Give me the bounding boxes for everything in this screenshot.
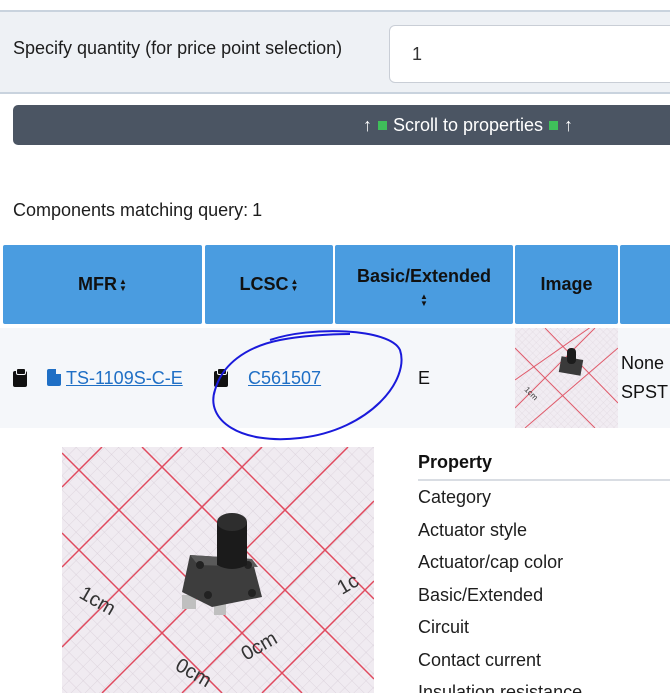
green-square-icon — [377, 120, 387, 130]
property-row: Basic/Extended — [418, 584, 544, 605]
match-count: Components matching query: 1 — [13, 200, 262, 221]
column-header-basic-extended[interactable]: Basic/Extended ▲ ▼ — [335, 245, 513, 324]
property-header: Property — [418, 452, 670, 481]
sort-icon[interactable]: ▲ ▼ — [291, 278, 299, 293]
sort-icon[interactable]: ▲ ▼ — [119, 278, 127, 293]
green-square-icon — [549, 120, 559, 130]
scroll-to-properties-button[interactable]: ↑ Scroll to properties ↑ — [13, 105, 670, 145]
lcsc-header-label: LCSC — [239, 274, 289, 294]
column-header-mfr[interactable]: MFR ▲ ▼ — [3, 245, 202, 324]
basic-extended-header-label: Basic/Extended — [356, 266, 492, 286]
properties-table: Property Category Actuator style Actuator/… — [418, 452, 670, 693]
mfr-header-label: MFR — [78, 274, 118, 294]
mfr-part-link[interactable]: TS-1109S-C-E — [66, 368, 183, 389]
property-row: Contact current — [418, 649, 542, 670]
quantity-input[interactable] — [389, 25, 670, 83]
component-image: 1cm 0cm 0cm 1c — [62, 447, 374, 693]
clipboard-icon[interactable] — [214, 368, 228, 387]
truncated-cell-line2: SPST — [621, 382, 669, 402]
match-count-label: Components matching query: — [13, 200, 249, 220]
column-header-next — [620, 245, 670, 324]
truncated-cell-line1: None — [621, 353, 665, 373]
basic-extended-value: E — [418, 368, 431, 388]
clipboard-icon[interactable] — [13, 368, 27, 387]
column-header-image: Image — [515, 245, 618, 324]
quantity-label: Specify quantity (for price point select… — [13, 38, 343, 58]
match-count-value: 1 — [252, 200, 263, 220]
pdf-icon[interactable] — [47, 369, 61, 386]
property-row: Circuit — [418, 617, 470, 637]
component-thumbnail[interactable]: 1cm — [515, 328, 618, 428]
property-row: Actuator/cap color — [418, 552, 564, 572]
property-row: Actuator style — [418, 519, 528, 540]
lcsc-part-link[interactable]: C561507 — [248, 368, 321, 389]
scroll-button-label: Scroll to properties — [392, 114, 544, 135]
property-row: Insulation resistance — [418, 682, 583, 693]
image-header-label: Image — [540, 274, 593, 294]
arrow-up-icon: ↑ — [362, 114, 372, 135]
quantity-panel: Specify quantity (for price point select… — [0, 10, 670, 94]
sort-icon[interactable]: ▲ ▼ — [420, 293, 428, 308]
property-row: Category — [418, 487, 492, 507]
column-header-lcsc[interactable]: LCSC ▲ ▼ — [205, 245, 333, 324]
arrow-up-icon: ↑ — [564, 114, 574, 135]
